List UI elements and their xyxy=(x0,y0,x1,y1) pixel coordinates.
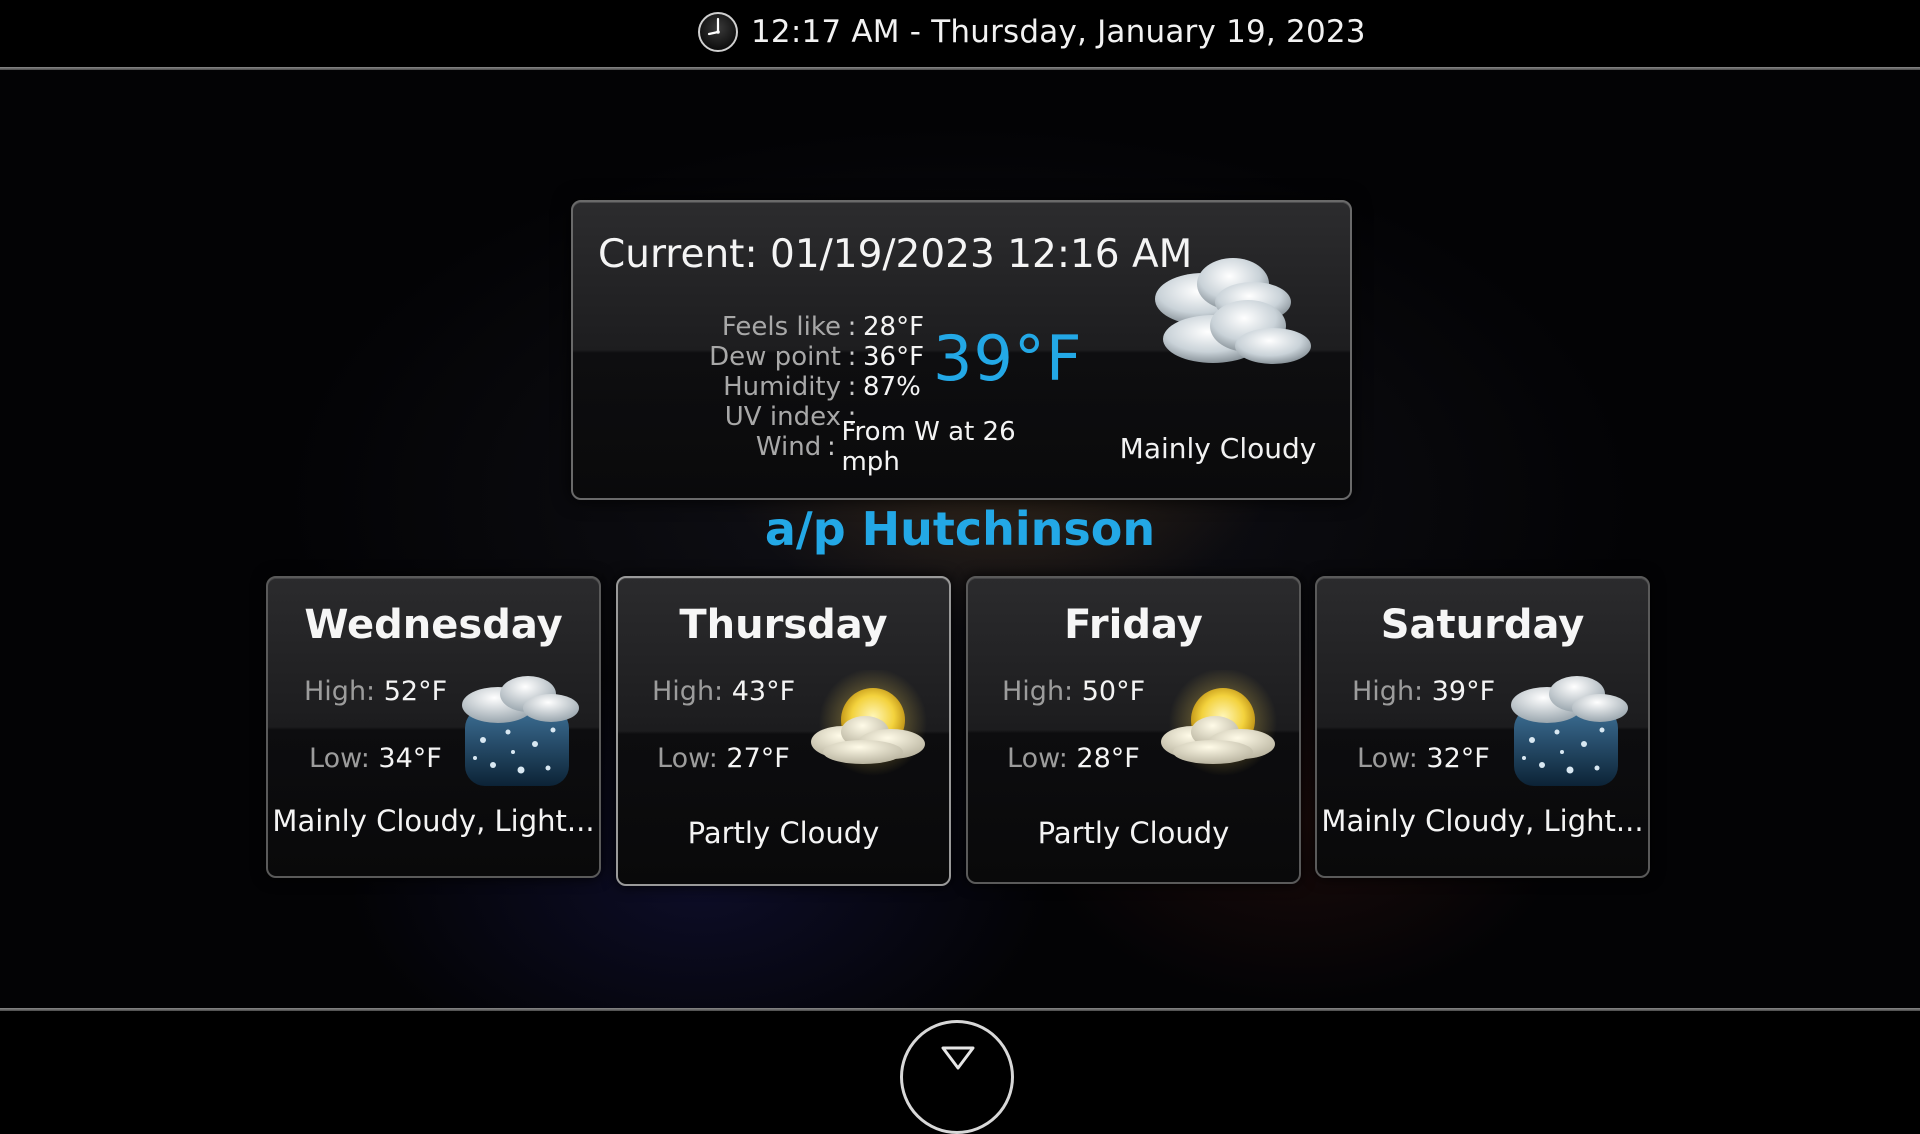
low-value: 34°F xyxy=(378,743,442,774)
forecast-card-saturday[interactable]: Saturday High: 39°F Low: 32°F Mainly Clo… xyxy=(1315,576,1650,878)
cloudy-icon xyxy=(1155,258,1311,364)
forecast-day: Thursday xyxy=(679,602,888,648)
clock-icon xyxy=(698,12,738,52)
low-label: Low: xyxy=(309,743,370,774)
forecast-day: Saturday xyxy=(1380,602,1585,648)
bottom-divider xyxy=(0,1008,1920,1011)
stat-separator: : xyxy=(847,372,857,402)
forecast-card-wednesday[interactable]: Wednesday High: 52°F Low: 34°F Mainly Cl… xyxy=(266,576,601,878)
forecast-condition: Mainly Cloudy, Light... xyxy=(1321,804,1644,838)
header-clock: 12:17 AM - Thursday, January 19, 2023 xyxy=(697,10,1366,54)
high-label: High: xyxy=(304,676,376,707)
stat-row-wind: Wind : From W at 26 mph xyxy=(593,417,1063,477)
partly-cloudy-icon xyxy=(1161,670,1277,776)
low-value: 28°F xyxy=(1076,743,1140,774)
stat-value: 36°F xyxy=(863,342,925,372)
forecast-low: Low: 27°F xyxy=(657,743,790,774)
forecast-card-friday[interactable]: Friday High: 50°F Low: 28°F Partly Cloud… xyxy=(966,576,1301,884)
low-label: Low: xyxy=(1007,743,1068,774)
forecast-high: High: 39°F xyxy=(1352,676,1495,707)
stat-label: Wind xyxy=(755,432,822,462)
forecast-high: High: 43°F xyxy=(652,676,795,707)
partly-cloudy-icon xyxy=(811,670,927,776)
stat-value: From W at 26 mph xyxy=(841,417,1016,477)
header-datetime: 12:17 AM - Thursday, January 19, 2023 xyxy=(751,14,1366,50)
forecast-card-thursday[interactable]: Thursday High: 43°F Low: 27°F Partly Clo… xyxy=(616,576,951,886)
stat-value: 28°F xyxy=(863,312,925,342)
forecast-high: High: 50°F xyxy=(1002,676,1145,707)
stat-label: Feels like xyxy=(721,312,841,342)
top-divider xyxy=(0,67,1920,70)
forecast-condition: Partly Cloudy xyxy=(687,816,880,850)
stat-label: Humidity xyxy=(723,372,841,402)
snow-cloud-icon xyxy=(1511,676,1628,786)
forecast-condition: Mainly Cloudy, Light... xyxy=(272,804,595,838)
forecast-day: Wednesday xyxy=(304,602,563,648)
current-condition: Mainly Cloudy xyxy=(1119,432,1317,465)
high-label: High: xyxy=(1002,676,1074,707)
high-label: High: xyxy=(1352,676,1424,707)
stat-separator: : xyxy=(847,342,857,372)
chevron-down-icon xyxy=(941,1046,975,1070)
low-value: 32°F xyxy=(1426,743,1490,774)
stat-separator: : xyxy=(826,432,836,462)
current-conditions-panel[interactable]: Current: 01/19/2023 12:16 AM Feels like … xyxy=(571,200,1352,500)
low-label: Low: xyxy=(657,743,718,774)
high-value: 39°F xyxy=(1431,676,1496,707)
forecast-high: High: 52°F xyxy=(304,676,447,707)
forecast-day: Friday xyxy=(1064,602,1203,648)
stat-separator: : xyxy=(847,312,857,342)
low-value: 27°F xyxy=(726,743,790,774)
current-title: Current: 01/19/2023 12:16 AM xyxy=(598,232,1193,277)
stat-label: Dew point xyxy=(709,342,841,372)
forecast-low: Low: 34°F xyxy=(309,743,442,774)
high-value: 43°F xyxy=(731,676,796,707)
stat-value: 87% xyxy=(863,372,921,402)
current-temperature: 39°F xyxy=(933,322,1083,395)
snow-cloud-icon xyxy=(462,676,579,786)
location-name: a/p Hutchinson xyxy=(764,502,1156,556)
scroll-down-button[interactable] xyxy=(900,1020,1014,1134)
forecast-low: Low: 32°F xyxy=(1357,743,1490,774)
forecast-condition: Partly Cloudy xyxy=(1037,816,1230,850)
stat-label: UV index xyxy=(724,402,841,432)
high-value: 52°F xyxy=(383,676,448,707)
high-value: 50°F xyxy=(1081,676,1146,707)
forecast-low: Low: 28°F xyxy=(1007,743,1140,774)
high-label: High: xyxy=(652,676,724,707)
low-label: Low: xyxy=(1357,743,1418,774)
